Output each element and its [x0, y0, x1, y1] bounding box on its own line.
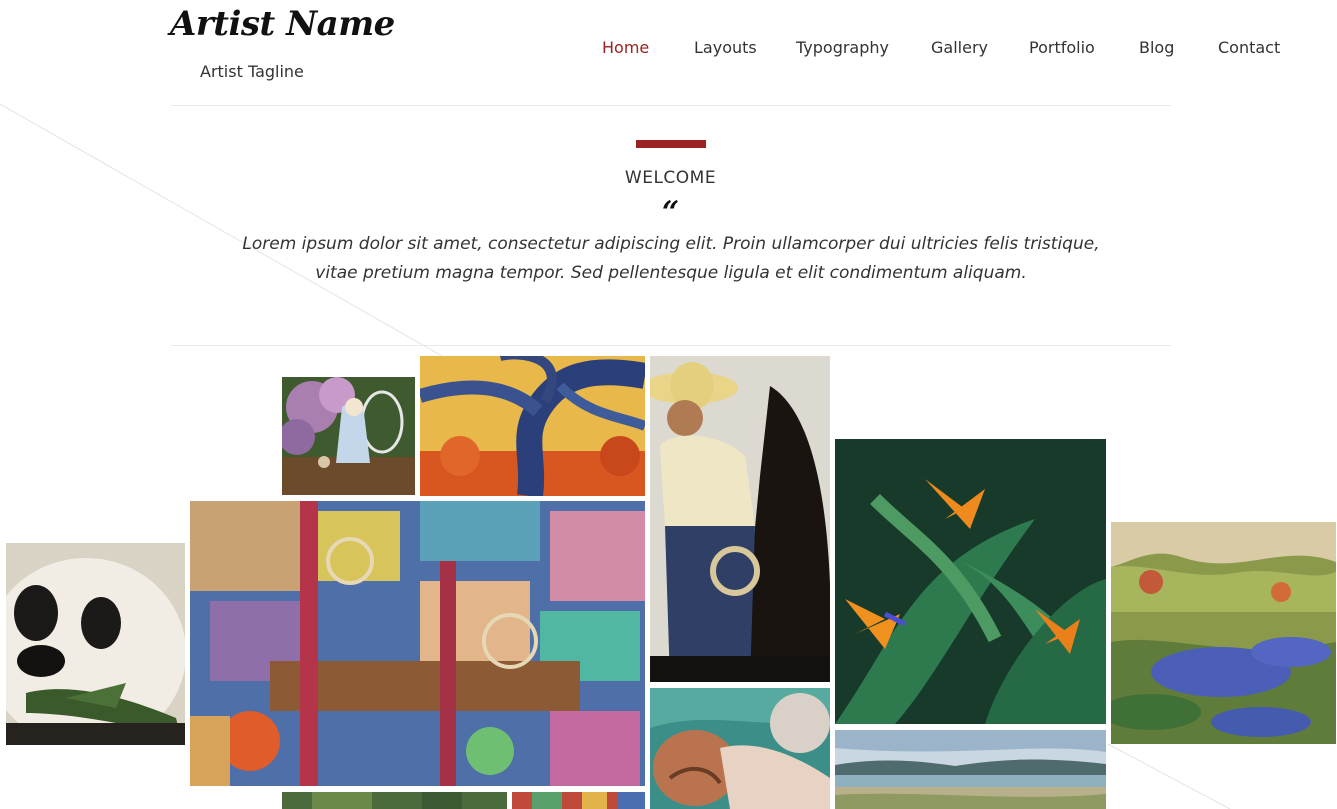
blue-tree-painting[interactable]: [420, 356, 645, 496]
swimmer-painting[interactable]: [650, 688, 830, 809]
panda-painting[interactable]: [6, 543, 185, 745]
section-divider: [171, 345, 1171, 346]
horseman-painting[interactable]: [650, 356, 830, 682]
nav-portfolio[interactable]: Portfolio: [1029, 38, 1095, 57]
quote-icon: “: [661, 195, 680, 230]
welcome-heading: WELCOME: [624, 168, 717, 188]
welcome-quote: Lorem ipsum dolor sit amet, consectetur …: [171, 230, 1171, 288]
nav-blog[interactable]: Blog: [1139, 38, 1174, 57]
nav-layouts[interactable]: Layouts: [694, 38, 757, 57]
abstract-painting-bottom[interactable]: [512, 792, 645, 809]
meadow-landscape-painting[interactable]: [1111, 522, 1336, 744]
welcome-quote-line-2: vitae pretium magna tempor. Sed pellente…: [315, 263, 1027, 283]
abstract-mural-painting[interactable]: [190, 501, 645, 786]
bird-of-paradise-painting[interactable]: [835, 439, 1106, 724]
welcome-quote-line-1: Lorem ipsum dolor sit amet, consectetur …: [242, 234, 1100, 254]
nav-contact[interactable]: Contact: [1218, 38, 1280, 57]
main-nav: Home Layouts Typography Gallery Portfoli…: [0, 38, 1337, 58]
coastal-landscape-painting[interactable]: [835, 730, 1106, 809]
welcome-accent-bar: [636, 140, 706, 148]
site-tagline: Artist Tagline: [200, 62, 304, 81]
header-divider: [171, 105, 1171, 106]
nav-gallery[interactable]: Gallery: [931, 38, 988, 57]
nav-typography[interactable]: Typography: [796, 38, 889, 57]
nav-home[interactable]: Home: [602, 38, 649, 57]
garden-painting-bottom[interactable]: [282, 792, 507, 809]
child-in-garden-painting[interactable]: [282, 377, 415, 495]
